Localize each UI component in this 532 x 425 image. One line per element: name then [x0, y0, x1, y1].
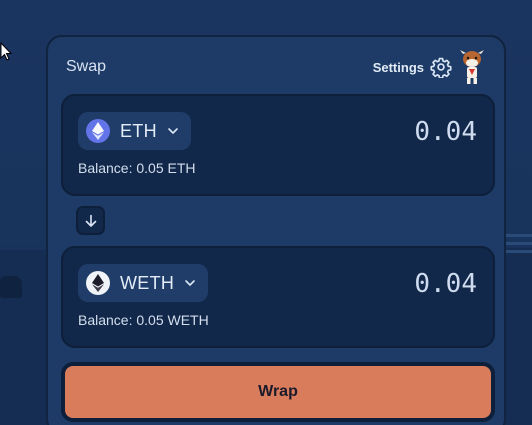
header-actions: Settings — [373, 49, 486, 85]
background-fence-rail — [506, 250, 532, 253]
from-token-symbol: ETH — [120, 120, 157, 141]
weth-icon — [86, 271, 110, 295]
to-balance: Balance: 0.05 WETH — [78, 312, 209, 328]
to-token-selector[interactable]: WETH — [78, 264, 209, 302]
flip-direction-button[interactable] — [76, 206, 105, 235]
arrow-down-icon — [85, 214, 96, 227]
to-token-panel: WETH Balance: 0.05 WETH — [61, 246, 495, 348]
background-fence-rail — [506, 234, 532, 237]
swap-title: Swap — [66, 58, 107, 75]
swap-header: Swap Settings — [66, 49, 486, 85]
background-cow-silhouette — [0, 276, 22, 298]
cow-mascot-icon[interactable] — [458, 49, 486, 85]
background-ground-right — [506, 248, 532, 425]
gear-icon — [430, 57, 452, 78]
background-fence-rail — [506, 242, 532, 245]
chevron-down-icon — [168, 128, 178, 134]
from-token-panel: ETH Balance: 0.05 ETH — [61, 94, 495, 196]
mouse-cursor-icon — [0, 42, 12, 61]
from-amount-input[interactable] — [277, 112, 477, 152]
settings-button[interactable]: Settings — [373, 56, 452, 78]
settings-label: Settings — [372, 59, 424, 75]
swap-card: Swap Settings ETH 0.04 Balance: 0.05 ETH… — [46, 35, 506, 425]
from-token-selector[interactable]: ETH — [78, 112, 191, 150]
to-amount-input[interactable] — [277, 264, 477, 304]
to-token-symbol: WETH — [120, 272, 175, 293]
chevron-down-icon — [185, 280, 196, 286]
from-balance: Balance: 0.05 ETH — [78, 160, 196, 176]
wrap-button[interactable]: Wrap — [61, 362, 495, 422]
ethereum-icon — [86, 119, 110, 143]
